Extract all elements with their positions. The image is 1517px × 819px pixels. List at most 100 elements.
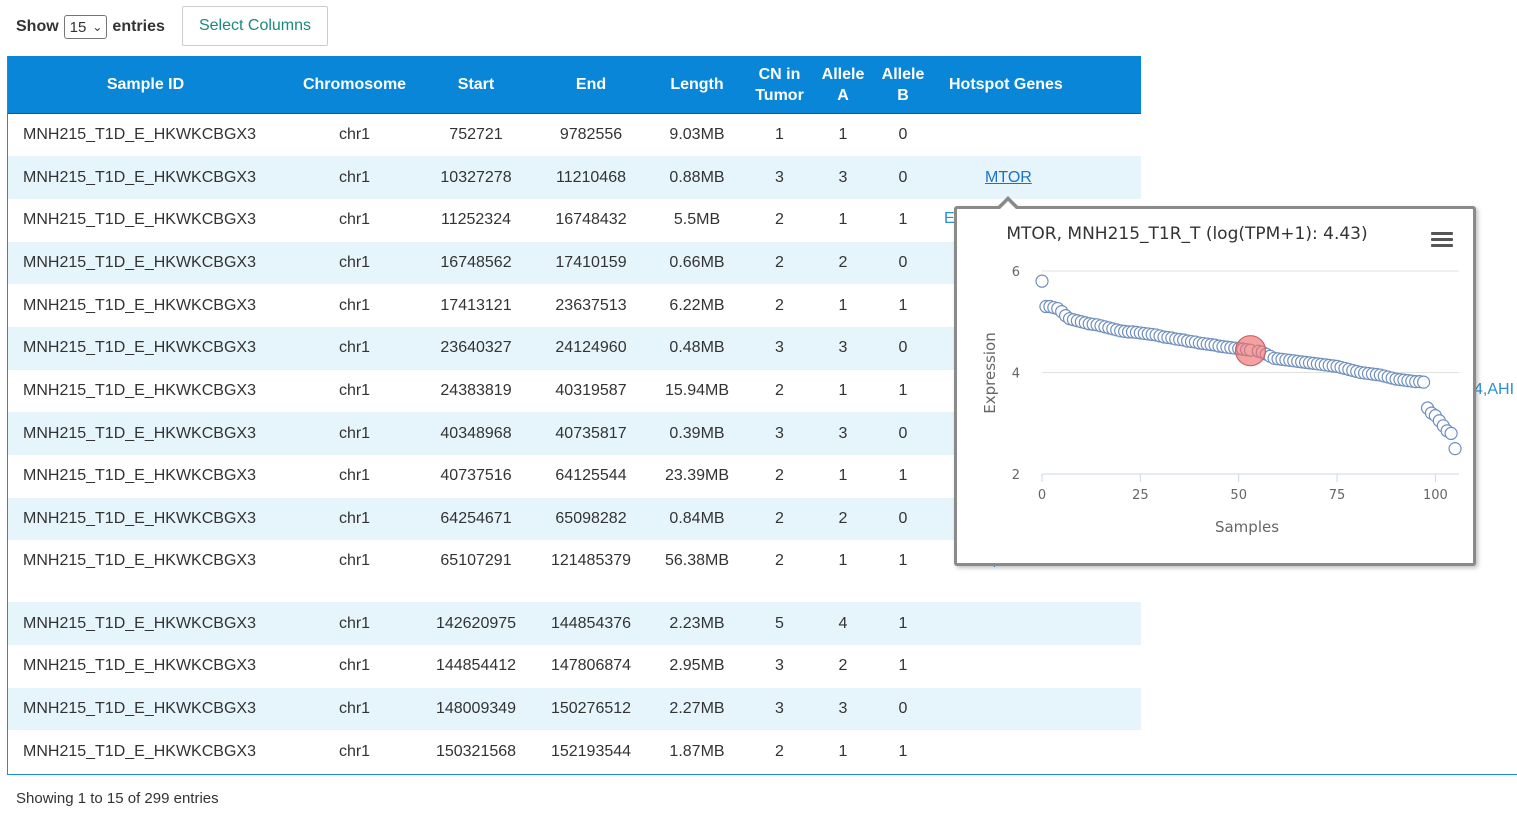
highlighted-sample-point[interactable] xyxy=(1234,335,1267,367)
cell-allele-a: 1 xyxy=(821,284,865,327)
header-sample-id[interactable]: Sample ID xyxy=(8,56,283,114)
cell-hotspot-genes xyxy=(941,113,1141,157)
cell-sample-id: MNH215_T1D_E_HKWKCBGX3 xyxy=(8,198,283,242)
chart-y-axis-label: Expression xyxy=(981,332,999,413)
x-tick-label: 25 xyxy=(1132,488,1149,503)
table-row: MNH215_T1D_E_HKWKCBGX3 chr1 142620975 14485… xyxy=(8,602,1141,646)
cell-length: 1.87MB xyxy=(656,730,738,774)
entries-label: entries xyxy=(112,18,165,35)
sample-point[interactable] xyxy=(1035,274,1049,288)
header-allele-b[interactable]: Allele B xyxy=(865,56,941,114)
cell-chromosome: chr1 xyxy=(283,645,426,688)
cell-sample-id: MNH215_T1D_E_HKWKCBGX3 xyxy=(8,113,283,157)
cell-allele-a: 2 xyxy=(821,645,865,688)
table-row: MNH215_T1D_E_HKWKCBGX3 chr1 10327278 112104… xyxy=(8,156,1141,199)
cell-end: 23637513 xyxy=(526,284,656,327)
cell-length: 56.38MB xyxy=(656,540,738,603)
cell-length: 0.66MB xyxy=(656,241,738,285)
cell-sample-id: MNH215_T1D_E_HKWKCBGX3 xyxy=(8,602,283,646)
expression-tooltip: 2 4 6 0 25 50 75 100 MTOR, MNH215_T1R_T (log(TP… xyxy=(954,206,1476,566)
cell-start: 40348968 xyxy=(426,412,526,455)
cell-allele-a: 1 xyxy=(821,198,865,242)
cell-allele-a: 2 xyxy=(821,241,865,285)
cell-cn-tumor: 2 xyxy=(738,284,821,327)
cell-allele-b: 1 xyxy=(865,369,941,413)
table-row: MNH215_T1D_E_HKWKCBGX3 chr1 144854412 14780… xyxy=(8,645,1141,688)
chart-title: MTOR, MNH215_T1R_T (log(TPM+1): 4.43) xyxy=(1006,224,1367,244)
cell-start: 65107291 xyxy=(426,540,526,603)
cell-allele-a: 3 xyxy=(821,412,865,455)
cell-sample-id: MNH215_T1D_E_HKWKCBGX3 xyxy=(8,284,283,327)
cell-length: 0.84MB xyxy=(656,497,738,541)
select-columns-button[interactable]: Select Columns xyxy=(182,6,328,46)
header-length[interactable]: Length xyxy=(656,56,738,114)
cell-cn-tumor: 3 xyxy=(738,687,821,731)
cell-end: 40735817 xyxy=(526,412,656,455)
cell-length: 9.03MB xyxy=(656,113,738,157)
cell-end: 11210468 xyxy=(526,156,656,199)
cell-end: 40319587 xyxy=(526,369,656,413)
x-tick-label: 100 xyxy=(1423,488,1448,503)
cell-cn-tumor: 5 xyxy=(738,602,821,646)
header-end[interactable]: End xyxy=(526,56,656,114)
cell-cn-tumor: 3 xyxy=(738,156,821,199)
cell-cn-tumor: 3 xyxy=(738,412,821,455)
cell-end: 24124960 xyxy=(526,326,656,370)
cell-start: 10327278 xyxy=(426,156,526,199)
cell-allele-b: 0 xyxy=(865,326,941,370)
cell-start: 144854412 xyxy=(426,645,526,688)
sample-point[interactable] xyxy=(1448,442,1462,456)
cell-start: 150321568 xyxy=(426,730,526,774)
cell-start: 24383819 xyxy=(426,369,526,413)
cell-hotspot-genes xyxy=(941,687,1141,731)
cell-length: 2.23MB xyxy=(656,602,738,646)
cell-end: 144854376 xyxy=(526,602,656,646)
header-allele-a-line1: Allele xyxy=(821,65,865,83)
entries-select-value: 15 xyxy=(69,18,87,36)
hotspot-clipped-row7[interactable]: 4,AHI xyxy=(1474,381,1514,399)
cell-allele-b: 1 xyxy=(865,602,941,646)
cell-sample-id: MNH215_T1D_E_HKWKCBGX3 xyxy=(8,497,283,541)
cell-length: 2.27MB xyxy=(656,687,738,731)
cell-length: 0.39MB xyxy=(656,412,738,455)
cell-allele-b: 0 xyxy=(865,687,941,731)
cell-allele-a: 1 xyxy=(821,113,865,157)
header-hotspot-genes[interactable]: Hotspot Genes xyxy=(941,56,1141,114)
cell-length: 6.22MB xyxy=(656,284,738,327)
cell-allele-b: 0 xyxy=(865,241,941,285)
cell-chromosome: chr1 xyxy=(283,730,426,774)
cell-allele-b: 1 xyxy=(865,730,941,774)
cell-allele-a: 2 xyxy=(821,497,865,541)
cell-chromosome: chr1 xyxy=(283,241,426,285)
entries-select[interactable]: 15 ⌄ xyxy=(63,15,108,39)
sample-point[interactable] xyxy=(1416,375,1431,389)
cell-end: 9782556 xyxy=(526,113,656,157)
cell-sample-id: MNH215_T1D_E_HKWKCBGX3 xyxy=(8,455,283,498)
cell-start: 752721 xyxy=(426,113,526,157)
hotspot-gene-link[interactable]: MTOR xyxy=(985,169,1032,186)
table-row: MNH215_T1D_E_HKWKCBGX3 chr1 148009349 15027… xyxy=(8,687,1141,731)
cell-start: 64254671 xyxy=(426,497,526,541)
cell-chromosome: chr1 xyxy=(283,687,426,731)
cell-sample-id: MNH215_T1D_E_HKWKCBGX3 xyxy=(8,156,283,199)
header-cn-line2: Tumor xyxy=(755,86,804,104)
cell-cn-tumor: 2 xyxy=(738,497,821,541)
cell-length: 23.39MB xyxy=(656,455,738,498)
sample-point[interactable] xyxy=(1444,426,1458,440)
cell-start: 17413121 xyxy=(426,284,526,327)
header-chromosome[interactable]: Chromosome xyxy=(283,56,426,114)
cell-chromosome: chr1 xyxy=(283,156,426,199)
cell-hotspot-genes xyxy=(941,730,1141,774)
cell-cn-tumor: 2 xyxy=(738,455,821,498)
cell-allele-b: 1 xyxy=(865,198,941,242)
hamburger-menu-icon[interactable] xyxy=(1431,232,1453,247)
cell-sample-id: MNH215_T1D_E_HKWKCBGX3 xyxy=(8,369,283,413)
cell-sample-id: MNH215_T1D_E_HKWKCBGX3 xyxy=(8,540,283,603)
header-cn-tumor[interactable]: CN in Tumor xyxy=(738,56,821,114)
cell-cn-tumor: 2 xyxy=(738,369,821,413)
y-tick-label: 4 xyxy=(1012,367,1020,382)
header-allele-a[interactable]: Allele A xyxy=(821,56,865,114)
cell-end: 150276512 xyxy=(526,687,656,731)
cell-end: 16748432 xyxy=(526,198,656,242)
header-start[interactable]: Start xyxy=(426,56,526,114)
